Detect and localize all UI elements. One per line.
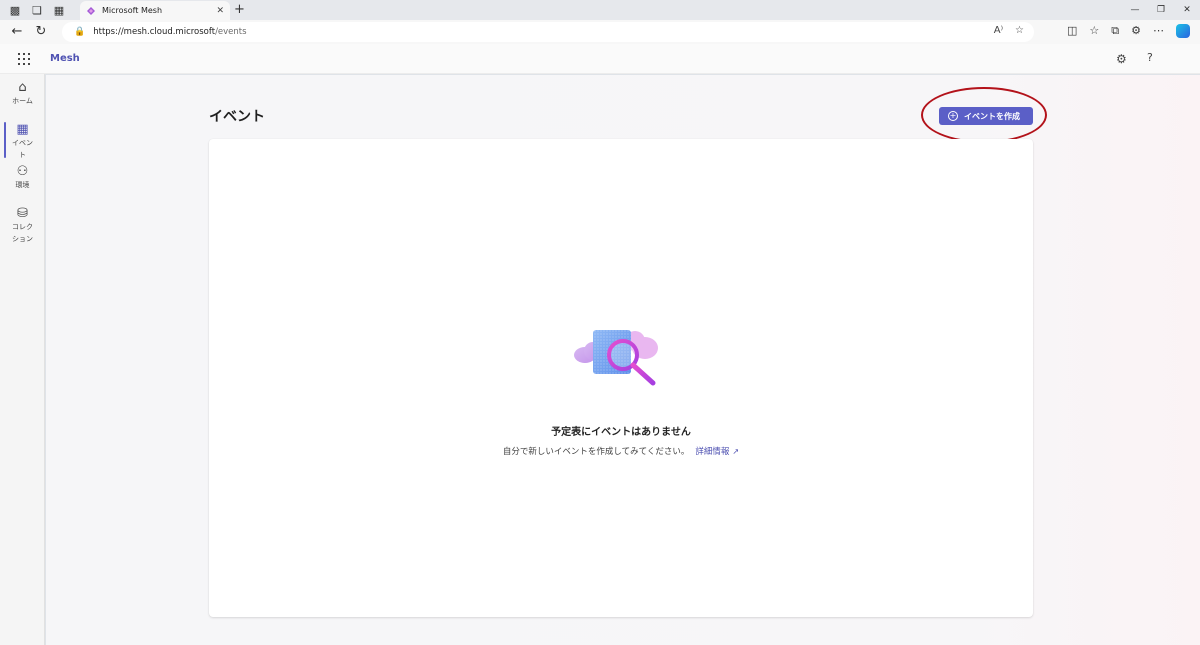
profile-icon[interactable]: ▩ xyxy=(8,3,22,17)
rail-item-environments[interactable]: ⚇ 環境 xyxy=(0,164,45,191)
close-tab-icon[interactable]: ✕ xyxy=(216,6,224,16)
back-icon[interactable]: ← xyxy=(10,25,24,39)
workspaces-icon[interactable]: ❏ xyxy=(30,3,44,17)
empty-search-illustration-icon xyxy=(574,330,658,386)
url-path: /events xyxy=(215,27,247,37)
refresh-icon[interactable]: ↻ xyxy=(34,25,48,39)
rail-item-label: 環境 xyxy=(15,181,30,189)
create-event-button[interactable]: + イベントを作成 xyxy=(939,107,1033,125)
tab-actions-icon[interactable]: ▦ xyxy=(52,3,66,17)
browser-tab-strip: ▩ ❏ ▦ Microsoft Mesh ✕ + — ❐ ✕ xyxy=(0,0,1200,20)
rail-item-label: ホーム xyxy=(12,97,33,105)
extensions-icon[interactable]: ⚙ xyxy=(1131,24,1141,38)
window-controls: — ❐ ✕ xyxy=(1122,0,1200,20)
close-window-icon[interactable]: ✕ xyxy=(1174,0,1200,20)
new-tab-icon[interactable]: + xyxy=(234,2,245,17)
help-icon[interactable]: ? xyxy=(1147,51,1153,64)
tab-title: Microsoft Mesh xyxy=(102,6,163,15)
browser-tools: ◫ ☆ ⧉ ⚙ ⋯ xyxy=(1067,24,1190,38)
empty-state-description: 自分で新しいイベントを作成してみてください。 詳細情報 ↗ xyxy=(209,445,1033,457)
plus-circle-icon: + xyxy=(948,111,958,121)
settings-gear-icon[interactable]: ⚙ xyxy=(1116,52,1127,66)
copilot-icon[interactable] xyxy=(1176,24,1190,38)
browser-toolbar: ← ↻ 🔒 https://mesh.cloud.microsoft/event… xyxy=(0,20,1200,44)
collections-icon: ⛁ xyxy=(17,206,28,221)
read-aloud-icon[interactable]: A⁾ xyxy=(994,25,1003,36)
calendar-icon: ▦ xyxy=(16,122,29,137)
favorite-star-icon[interactable]: ☆ xyxy=(1015,25,1024,36)
minimize-icon[interactable]: — xyxy=(1122,0,1148,20)
rail-item-label: コレクション xyxy=(12,223,33,243)
browser-tab[interactable]: Microsoft Mesh ✕ xyxy=(80,1,230,20)
rail-item-collections[interactable]: ⛁ コレクション xyxy=(0,206,45,245)
external-link-icon[interactable]: ↗ xyxy=(732,447,739,456)
mesh-favicon-icon xyxy=(87,6,95,15)
page-title: イベント xyxy=(209,109,265,125)
url-host: https://mesh.cloud.microsoft xyxy=(93,27,216,37)
maximize-icon[interactable]: ❐ xyxy=(1148,0,1174,20)
create-event-label: イベントを作成 xyxy=(964,111,1020,121)
more-icon[interactable]: ⋯ xyxy=(1153,24,1164,38)
app-launcher-icon[interactable] xyxy=(18,53,30,65)
collections-icon[interactable]: ⧉ xyxy=(1111,24,1119,38)
rail-item-events[interactable]: ▦ イベント xyxy=(0,122,45,161)
learn-more-link[interactable]: 詳細情報 xyxy=(695,447,729,457)
rail-item-label: イベント xyxy=(12,139,33,159)
app-name[interactable]: Mesh xyxy=(50,53,80,64)
address-bar[interactable]: 🔒 https://mesh.cloud.microsoft/events A⁾… xyxy=(62,22,1034,42)
home-icon: ⌂ xyxy=(18,80,27,95)
rail-item-home[interactable]: ⌂ ホーム xyxy=(0,80,45,107)
lock-icon[interactable]: 🔒 xyxy=(74,27,85,37)
split-screen-icon[interactable]: ◫ xyxy=(1067,24,1077,38)
empty-state-title: 予定表にイベントはありません xyxy=(551,427,691,438)
empty-state-text: 自分で新しいイベントを作成してみてください。 xyxy=(502,447,690,457)
app-header: Mesh ⚙ ? xyxy=(0,44,1200,74)
events-card: 予定表にイベントはありません 自分で新しいイベントを作成してみてください。 詳細情… xyxy=(209,139,1033,617)
favorites-icon[interactable]: ☆ xyxy=(1089,24,1099,38)
environments-icon: ⚇ xyxy=(16,164,29,179)
